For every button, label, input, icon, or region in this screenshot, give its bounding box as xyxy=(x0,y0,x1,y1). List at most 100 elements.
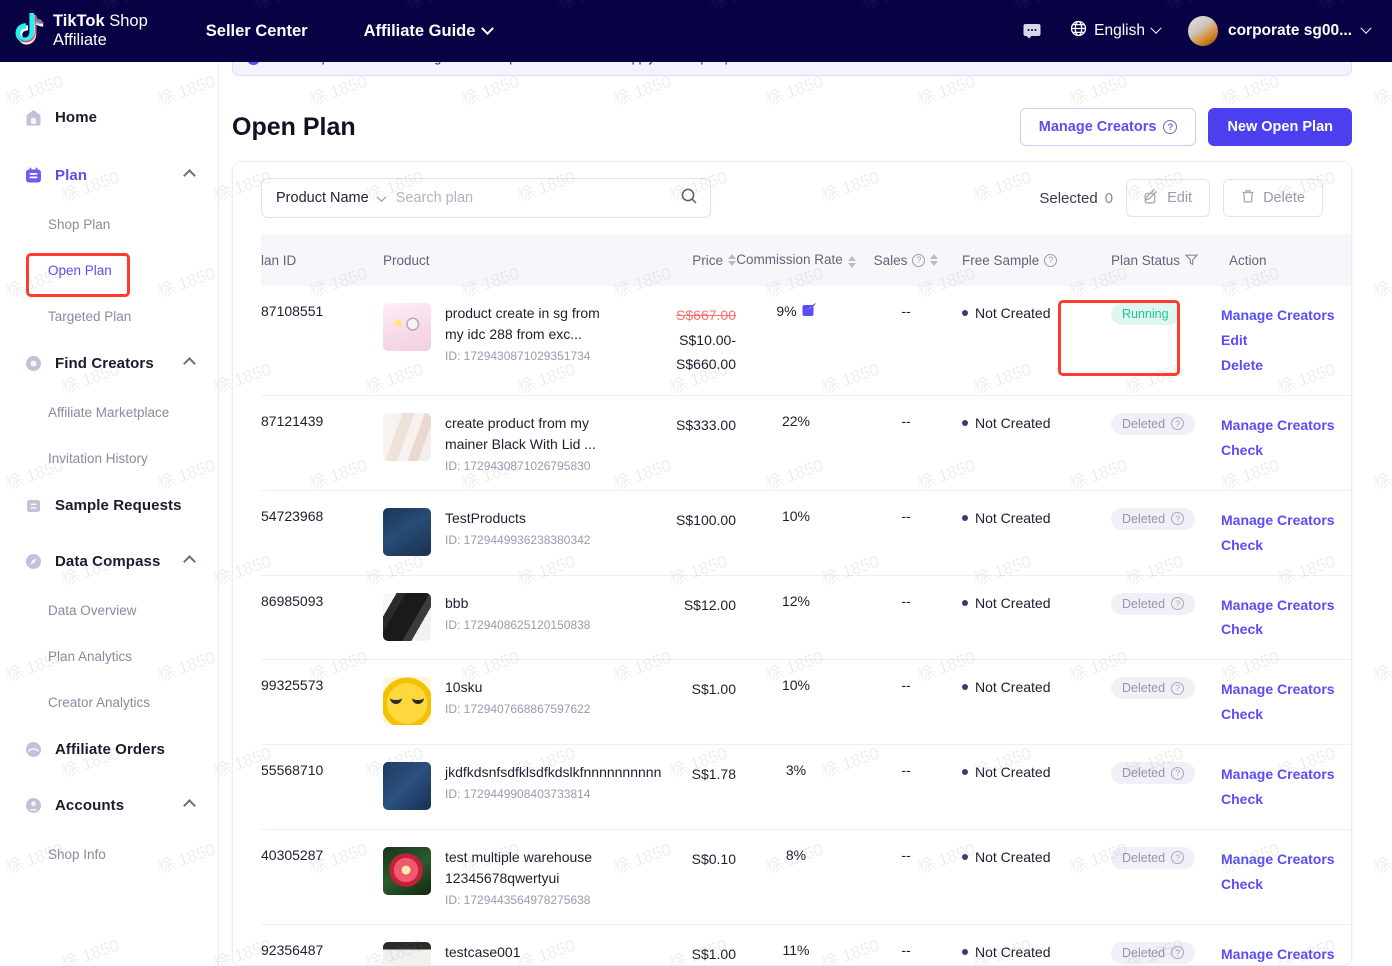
row-plan-status: Deleted? xyxy=(1101,575,1221,661)
table-row[interactable]: 87108551 product create in sg from my id… xyxy=(261,286,1351,396)
row-action-manage-creators[interactable]: Manage Creators xyxy=(1221,677,1351,702)
table-row[interactable]: 99325573 10sku ID: 1729407668867597622 S… xyxy=(261,659,1351,746)
status-help-icon[interactable]: ? xyxy=(1171,766,1185,780)
column-commission-rate[interactable]: Commission Rate xyxy=(736,234,856,286)
row-action-check[interactable]: Check xyxy=(1221,787,1351,812)
sort-sales-icon[interactable] xyxy=(930,254,939,266)
row-action-manage-creators[interactable]: Manage Creators xyxy=(1221,762,1351,787)
chevron-up-icon[interactable] xyxy=(183,554,196,568)
sidebar-item-targeted-plan[interactable]: Targeted Plan xyxy=(0,302,218,330)
table-row[interactable]: 92356487 testcase001 ID: 172941036908475… xyxy=(261,924,1351,965)
row-sales: -- xyxy=(856,924,956,965)
search-input[interactable] xyxy=(395,190,680,206)
row-action-edit[interactable]: Edit xyxy=(1221,328,1351,353)
sample-status-dot xyxy=(962,310,968,316)
language-selector[interactable]: English xyxy=(1070,20,1162,42)
row-actions: Manage CreatorsCheck xyxy=(1221,744,1351,830)
sidebar-item-affiliate-marketplace[interactable]: Affiliate Marketplace xyxy=(0,398,218,426)
status-help-icon[interactable]: ? xyxy=(1171,597,1185,611)
sidebar-item-home[interactable]: Home xyxy=(0,102,218,132)
row-action-delete[interactable]: Delete xyxy=(1221,353,1351,378)
row-free-sample-value: Not Created xyxy=(975,848,1051,865)
row-price: S$667.00 S$10.00-S$660.00 xyxy=(621,286,736,396)
chevron-up-icon[interactable] xyxy=(183,168,196,182)
sidebar-item-affiliate-orders[interactable]: Affiliate Orders xyxy=(0,734,218,764)
search-field-selector-label[interactable]: Product Name xyxy=(276,190,369,206)
row-action-manage-creators[interactable]: Manage Creators xyxy=(1221,508,1351,533)
nav-affiliate-guide[interactable]: Affiliate Guide xyxy=(364,22,495,41)
chevron-up-icon[interactable] xyxy=(183,798,196,812)
row-price-current: S$1.00 xyxy=(691,681,736,698)
sidebar-item-open-plan[interactable]: Open Plan xyxy=(0,256,218,284)
sample-status-dot xyxy=(962,948,968,955)
chevron-up-icon[interactable] xyxy=(183,356,196,370)
help-icon[interactable]: ? xyxy=(1163,120,1178,134)
status-help-icon[interactable]: ? xyxy=(1171,417,1185,431)
chevron-down-icon[interactable] xyxy=(376,191,387,202)
status-help-icon[interactable]: ? xyxy=(1171,946,1185,960)
status-help-icon[interactable]: ? xyxy=(1171,681,1185,695)
nav-seller-center[interactable]: Seller Center xyxy=(206,22,308,41)
sidebar-item-find-creators[interactable]: Find Creators xyxy=(0,348,218,378)
message-icon[interactable] xyxy=(1022,21,1042,41)
edit-commission-icon[interactable] xyxy=(802,303,816,317)
table-row[interactable]: 55568710 jkdfkdsnfsdfklsdfkdslkfnnnnnnnn… xyxy=(261,744,1351,830)
sample-status-dot xyxy=(962,419,968,426)
sidebar-item-shop-plan-label: Shop Plan xyxy=(48,216,111,232)
help-icon[interactable]: ? xyxy=(1044,253,1058,267)
sidebar-item-plan-analytics[interactable]: Plan Analytics xyxy=(0,642,218,670)
row-action-check[interactable]: Check xyxy=(1221,872,1351,897)
row-action-manage-creators[interactable]: Manage Creators xyxy=(1221,593,1351,618)
sidebar-item-data-overview[interactable]: Data Overview xyxy=(0,596,218,624)
search-icon[interactable] xyxy=(680,187,698,210)
row-action-manage-creators[interactable]: Manage Creators xyxy=(1221,847,1351,872)
row-action-check[interactable]: Check xyxy=(1221,617,1351,642)
table-row[interactable]: 87121439 create product from my mainer B… xyxy=(261,395,1351,491)
column-price[interactable]: Price xyxy=(621,234,736,286)
status-help-icon[interactable]: ? xyxy=(1171,851,1185,865)
sidebar-item-plan[interactable]: Plan xyxy=(0,160,218,190)
sidebar-item-shop-info[interactable]: Shop Info xyxy=(0,840,218,868)
row-commission-rate: 22% xyxy=(736,395,856,491)
status-help-icon[interactable]: ? xyxy=(1171,512,1185,526)
row-action-manage-creators[interactable]: Manage Creators xyxy=(1221,303,1351,328)
sidebar-item-accounts[interactable]: Accounts xyxy=(0,790,218,820)
row-action-check[interactable]: Check xyxy=(1221,533,1351,558)
search-bar[interactable]: Product Name xyxy=(261,178,711,218)
manage-creators-button-label: Manage Creators xyxy=(1038,119,1157,135)
sidebar-item-sample-requests[interactable]: Sample Requests xyxy=(0,490,218,520)
table-row[interactable]: 40305287 test multiple warehouse 1234567… xyxy=(261,829,1351,925)
row-action-check[interactable]: Check xyxy=(1221,438,1351,463)
row-product: bbb ID: 1729408625120150838 xyxy=(359,575,621,661)
sample-status-dot xyxy=(962,853,968,860)
row-free-sample-value: Not Created xyxy=(975,414,1051,431)
status-badge-label: Deleted xyxy=(1122,850,1166,865)
manage-creators-button[interactable]: Manage Creators ? xyxy=(1019,108,1197,146)
row-commission-rate-value: 10% xyxy=(781,507,811,524)
row-free-sample-value: Not Created xyxy=(975,943,1051,960)
row-action-check[interactable]: Check xyxy=(1221,702,1351,727)
bulk-delete-button[interactable]: Delete xyxy=(1223,179,1323,217)
new-open-plan-button[interactable]: New Open Plan xyxy=(1208,108,1352,146)
account-menu[interactable]: corporate sg00... xyxy=(1187,16,1372,46)
filter-icon[interactable] xyxy=(1184,254,1199,266)
bulk-edit-button[interactable]: Edit xyxy=(1126,179,1211,217)
table-row[interactable]: 86985093 bbb ID: 1729408625120150838 S$1… xyxy=(261,575,1351,661)
sidebar-item-creator-analytics[interactable]: Creator Analytics xyxy=(0,688,218,716)
row-action-manage-creators[interactable]: Manage Creators xyxy=(1221,942,1351,965)
row-commission-rate: 12% xyxy=(736,575,856,661)
brand-logo[interactable]: TikTok Shop Affiliate xyxy=(12,12,148,50)
help-icon[interactable]: ? xyxy=(912,253,926,267)
table-scroll-container[interactable]: lan ID Product Price Commission Rate Sal… xyxy=(261,234,1351,965)
column-product-label: Product xyxy=(383,252,430,268)
sidebar-item-data-compass[interactable]: Data Compass xyxy=(0,546,218,576)
table-header-row: lan ID Product Price Commission Rate Sal… xyxy=(261,234,1351,286)
sample-requests-icon xyxy=(24,496,43,515)
sidebar-item-shop-plan[interactable]: Shop Plan xyxy=(0,210,218,238)
table-row[interactable]: 54723968 TestProducts ID: 17294499362383… xyxy=(261,490,1351,576)
sort-commission-icon[interactable] xyxy=(847,256,856,269)
row-action-manage-creators[interactable]: Manage Creators xyxy=(1221,413,1351,438)
sort-price-icon[interactable] xyxy=(728,254,736,266)
column-sales[interactable]: Sales ? xyxy=(856,234,956,286)
sidebar-item-invitation-history[interactable]: Invitation History xyxy=(0,444,218,472)
